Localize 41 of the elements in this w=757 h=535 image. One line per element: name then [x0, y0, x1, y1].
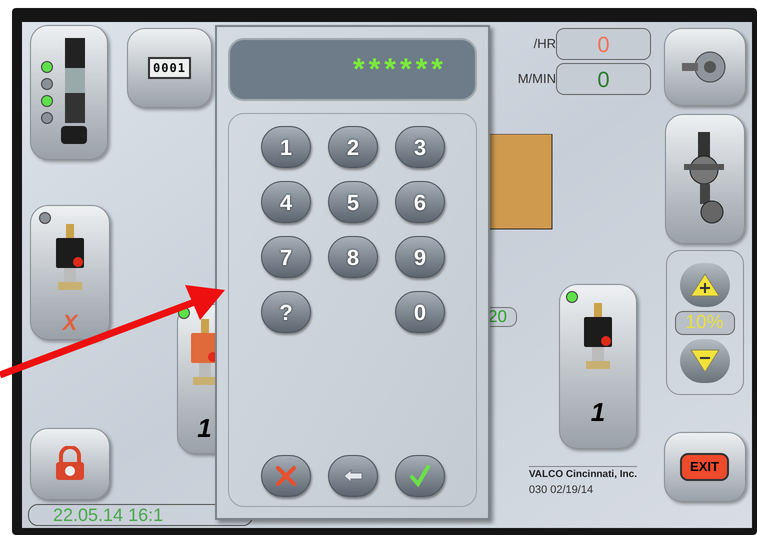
version-text: 030 02/19/14: [528, 482, 594, 498]
keypad-key[interactable]: 4: [261, 181, 311, 223]
lock-button[interactable]: [30, 428, 110, 500]
motor-button[interactable]: [664, 28, 746, 106]
reading-label: M/MIN: [518, 70, 556, 88]
exit-label: EXIT: [680, 453, 729, 481]
regulator-card[interactable]: [664, 114, 744, 244]
keypad-action-button[interactable]: [395, 455, 445, 497]
keypad-action-button[interactable]: [261, 455, 311, 497]
company-text: VALCO Cincinnati, Inc.: [528, 468, 637, 482]
reading-field: 0: [556, 63, 651, 95]
keypad-key[interactable]: ?: [261, 291, 311, 333]
increase-button[interactable]: [680, 262, 730, 306]
keypad-key[interactable]: 1: [261, 126, 311, 168]
plus-icon: [690, 272, 720, 296]
keypad-key[interactable]: 7: [261, 236, 311, 278]
exit-button-card[interactable]: EXIT: [664, 432, 746, 502]
minus-icon: [690, 348, 720, 372]
checkmark-icon: [409, 465, 431, 487]
password-display: ******: [228, 38, 477, 101]
keypad-key[interactable]: 3: [395, 126, 445, 168]
close-icon: [275, 465, 297, 487]
keypad-key[interactable]: 6: [395, 181, 445, 223]
counter-display: 0001: [148, 57, 191, 79]
keypad-key[interactable]: 9: [395, 236, 445, 278]
keypad-key[interactable]: 2: [328, 126, 378, 168]
keypad-key[interactable]: 8: [328, 236, 378, 278]
sensor-status-card[interactable]: [30, 25, 108, 160]
valve-status-mark: X: [62, 309, 78, 337]
keypad-action-button[interactable]: [328, 455, 378, 497]
decrease-button[interactable]: [680, 338, 730, 382]
adjust-value: 10%: [674, 310, 734, 334]
keypad-key[interactable]: 5: [328, 181, 378, 223]
keypad-key[interactable]: 0: [395, 291, 445, 333]
reading-label: /HR: [534, 35, 556, 54]
valve-count: 1: [590, 396, 606, 429]
valve-card[interactable]: 1: [559, 284, 637, 449]
valve-count: 1: [197, 412, 212, 445]
arrow-left-icon: [342, 468, 364, 484]
reading-field: 0: [556, 28, 651, 60]
counter-button[interactable]: 0001: [127, 28, 212, 108]
